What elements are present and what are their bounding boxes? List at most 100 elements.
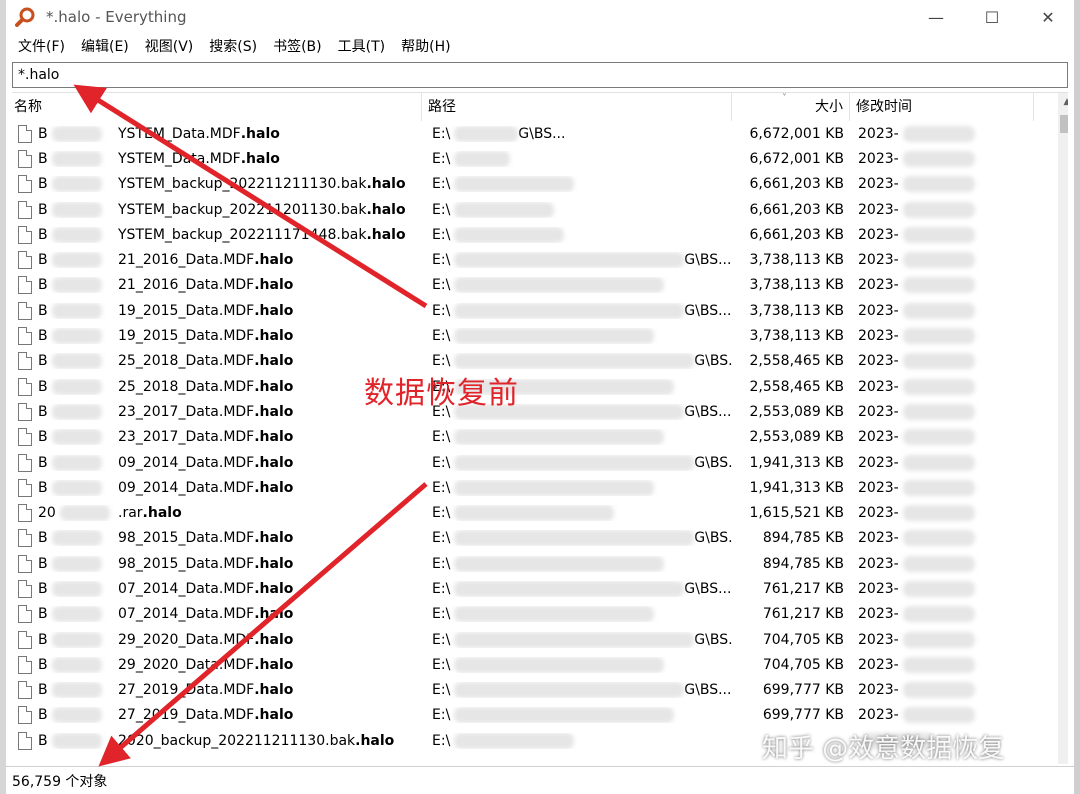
file-extension: .halo — [366, 176, 406, 193]
file-modified-date: 2023- — [858, 302, 899, 319]
result-rows: B YSTEM_Data.MDF .halo E:\ G\BS... 6,672,001 … — [12, 121, 1052, 753]
table-row[interactable]: B 27_2019_Data.MDF .halo E:\ 699,777 KB 2023- — [12, 703, 1052, 728]
file-name-cell: B 19_2015_Data.MDF .halo — [12, 327, 422, 346]
file-size: 6,672,001 KB — [749, 125, 845, 142]
table-row[interactable]: B YSTEM_backup_202211201130.bak .halo E:\ 6,… — [12, 197, 1052, 222]
table-row[interactable]: B 25_2018_Data.MDF .halo E:\ 2,558,465 KB 202… — [12, 374, 1052, 399]
file-size: 3,738,113 KB — [749, 277, 845, 294]
file-extension: .halo — [254, 555, 294, 572]
table-row[interactable]: B 98_2015_Data.MDF .halo E:\ 894,785 KB 2023- — [12, 551, 1052, 576]
menu-help[interactable]: 帮助(H) — [393, 35, 458, 59]
file-size: 704,705 KB — [762, 656, 844, 673]
file-name: 98_2015_Data.MDF — [118, 555, 255, 572]
table-row[interactable]: B YSTEM_backup_202211211130.bak .halo E:\ 6,… — [12, 172, 1052, 197]
file-icon — [18, 124, 32, 143]
file-modified-date: 2023- — [858, 454, 899, 471]
table-row[interactable]: B 27_2019_Data.MDF .halo E:\ G\BS... 699,777 … — [12, 678, 1052, 703]
file-path-end: G\BS... — [694, 454, 732, 471]
file-name-cell: B 2020_backup_202211211130.bak .halo — [12, 731, 422, 750]
file-path-cell: E:\ — [422, 732, 732, 749]
file-path-cell: E:\ G\BS... — [422, 682, 732, 699]
file-icon — [18, 706, 32, 725]
file-path: E:\ — [432, 353, 451, 370]
file-size: 1,615,521 KB — [749, 505, 845, 522]
column-header-path[interactable]: 路径 — [422, 93, 732, 121]
file-path: E:\ — [432, 479, 451, 496]
menu-bookmarks[interactable]: 书签(B) — [265, 35, 330, 59]
file-path-end: G\BS... — [684, 403, 732, 420]
file-extension: .halo — [254, 277, 294, 294]
table-row[interactable]: B09_2014_Data.MDF.halo E:\ G\BS... 1,941,31… — [12, 450, 1052, 475]
file-extension: .halo — [254, 429, 294, 446]
file-name-cell: B 19_2015_Data.MDF .halo — [12, 301, 422, 320]
table-row[interactable]: B YSTEM_Data.MDF .halo E:\ 6,672,001 KB 2023- — [12, 146, 1052, 171]
file-name-cell: B 25_2018_Data.MDF .halo — [12, 377, 422, 396]
title-bar[interactable]: *.halo - Everything — ☐ ✕ — [6, 0, 1074, 34]
file-extension: .halo — [240, 125, 280, 142]
vertical-scrollbar[interactable]: ▲ — [1058, 93, 1068, 764]
file-name-prefix: B — [38, 176, 118, 193]
file-name: 2020_backup_202211211130.bak — [118, 732, 356, 749]
table-row[interactable]: B25_2018_Data.MDF.halo E:\ G\BS... 2,558,46… — [12, 349, 1052, 374]
column-header-name[interactable]: 名称 — [12, 93, 422, 121]
table-row[interactable]: B YSTEM_backup_202211171448.bak .halo E:\ 6,… — [12, 222, 1052, 247]
search-input[interactable] — [13, 63, 1067, 87]
minimize-button[interactable]: — — [908, 0, 964, 34]
file-path-end: G\BS... — [684, 302, 732, 319]
file-modified: 2023- — [850, 176, 1034, 193]
file-icon — [18, 478, 32, 497]
scroll-up-arrow-icon[interactable]: ▲ — [1058, 93, 1068, 111]
table-row[interactable]: B 07_2014_Data.MDF .halo E:\ 761,217 KB 2023- — [12, 602, 1052, 627]
menu-file[interactable]: 文件(F) — [10, 35, 73, 59]
table-row[interactable]: 20 .rar .halo E:\ 1,615,521 KB 2023- — [12, 500, 1052, 525]
table-row[interactable]: B 29_2020_Data.MDF .halo E:\ 704,705 KB 2023- — [12, 652, 1052, 677]
column-header-size[interactable]: ˅ 大小 — [732, 93, 850, 121]
file-icon — [18, 225, 32, 244]
file-extension: .halo — [254, 580, 294, 597]
file-path: E:\ — [432, 505, 451, 522]
file-icon — [18, 327, 32, 346]
file-name-cell: B 27_2019_Data.MDF .halo — [12, 681, 422, 700]
maximize-button[interactable]: ☐ — [964, 0, 1020, 34]
status-bar: 56,759 个对象 — [6, 766, 1074, 794]
file-icon — [18, 175, 32, 194]
file-name-prefix: B — [38, 201, 118, 218]
file-modified: 2023- — [850, 125, 1034, 142]
file-extension: .halo — [254, 479, 294, 496]
file-name-prefix: B — [38, 682, 118, 699]
file-modified-date: 2023- — [858, 403, 899, 420]
table-row[interactable]: B 21_2016_Data.MDF .halo E:\ G\BS... 3,738,11… — [12, 247, 1052, 272]
scroll-thumb[interactable] — [1060, 115, 1068, 133]
table-row[interactable]: B YSTEM_Data.MDF .halo E:\ G\BS... 6,672,001 … — [12, 121, 1052, 146]
file-path-cell: E:\ G\BS... — [422, 302, 732, 319]
table-row[interactable]: B 23_2017_Data.MDF .halo E:\ 2,553,089 KB 202… — [12, 425, 1052, 450]
file-name-cell: B 09_2014_Data.MDF .halo — [12, 453, 422, 472]
file-extension: .halo — [254, 631, 294, 648]
menu-search[interactable]: 搜索(S) — [201, 35, 265, 59]
file-extension: .halo — [254, 656, 294, 673]
file-modified: 2023- — [850, 656, 1034, 673]
table-row[interactable]: B 09_2014_Data.MDF .halo E:\ 1,941,313 KB 202… — [12, 475, 1052, 500]
table-row[interactable]: B98_2015_Data.MDF.halo E:\ G\BS... 894,785 … — [12, 526, 1052, 551]
table-row[interactable]: B 23_2017_Data.MDF .halo E:\ G\BS... 2,553,08… — [12, 399, 1052, 424]
file-extension: .halo — [254, 403, 294, 420]
menu-edit[interactable]: 编辑(E) — [73, 35, 137, 59]
close-button[interactable]: ✕ — [1020, 0, 1076, 34]
column-header-modified[interactable]: 修改时间 — [850, 93, 1034, 121]
file-path-cell: E:\ — [422, 707, 732, 724]
file-name: 07_2014_Data.MDF — [118, 606, 255, 623]
file-modified-date: 2023- — [858, 555, 899, 572]
menu-tools[interactable]: 工具(T) — [330, 35, 393, 59]
table-row[interactable]: B29_2020_Data.MDF.halo E:\ G\BS... 704,705 … — [12, 627, 1052, 652]
file-modified: 2023- — [850, 150, 1034, 167]
file-path-cell: E:\ — [422, 328, 732, 345]
table-row[interactable]: B 07_2014_Data.MDF .halo E:\ G\BS... 761,217 … — [12, 576, 1052, 601]
file-extension: .halo — [142, 505, 182, 522]
table-row[interactable]: B 21_2016_Data.MDF .halo E:\ 3,738,113 KB 202… — [12, 273, 1052, 298]
file-modified: 2023- — [850, 454, 1034, 471]
table-row[interactable]: B 19_2015_Data.MDF .halo E:\ G\BS... 3,738,11… — [12, 298, 1052, 323]
table-row[interactable]: B 19_2015_Data.MDF .halo E:\ 3,738,113 KB 202… — [12, 323, 1052, 348]
file-path-end: G\BS... — [518, 125, 566, 142]
file-name-cell: 20 .rar .halo — [12, 504, 422, 523]
menu-view[interactable]: 视图(V) — [137, 35, 202, 59]
